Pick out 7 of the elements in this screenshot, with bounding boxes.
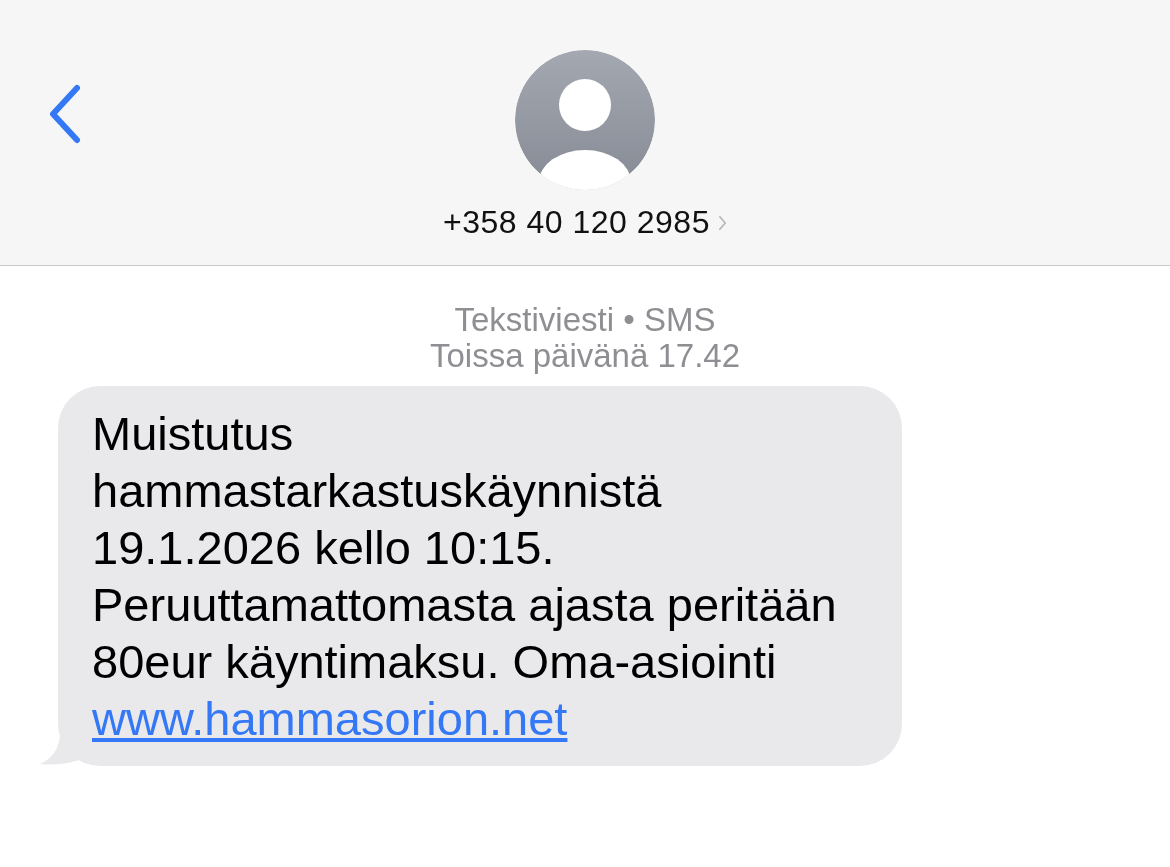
message-timestamp: Toissa päivänä 17.42 (429, 338, 741, 374)
chevron-icon[interactable] (717, 214, 727, 231)
contact-button[interactable]: +358 40 120 2985 (443, 204, 727, 241)
message-service-label: Tekstiviesti • SMS (454, 302, 716, 338)
avatar-icon[interactable] (515, 50, 655, 190)
message-text: Muistutus hammastarkastuskäynnistä 19.1.2026 kello 10:15. Peruuttamattomasta ajasta peritään 80eur käyntimaksu. Oma-asiointi www.hammasorion.net (92, 406, 838, 747)
back-icon[interactable] (47, 84, 83, 144)
